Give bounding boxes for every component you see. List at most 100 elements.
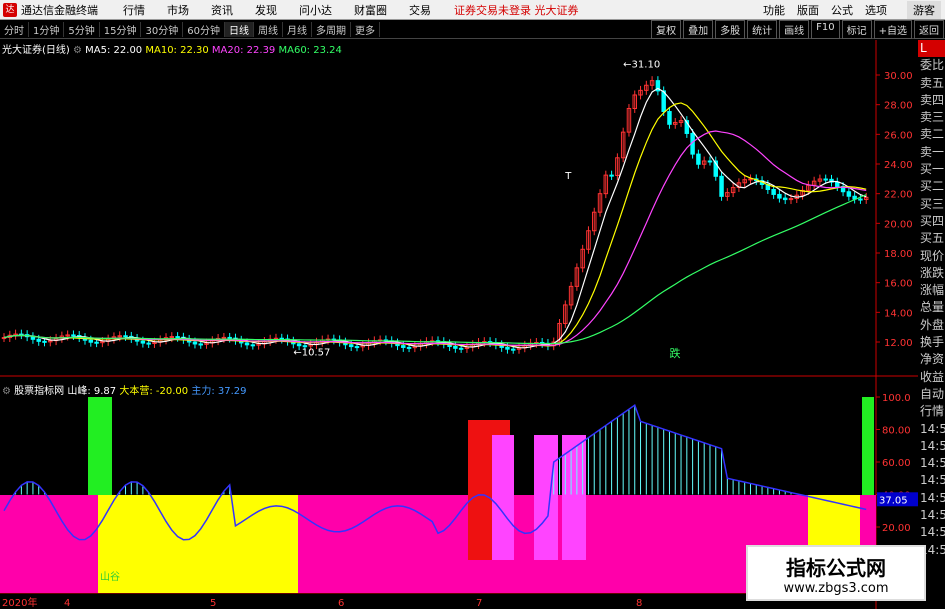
candle-body — [88, 339, 94, 343]
side-item-8[interactable]: 买三 — [918, 196, 945, 213]
candle-body — [140, 340, 146, 344]
side-item-4[interactable]: 卖二 — [918, 126, 945, 143]
side-item-2[interactable]: 卖四 — [918, 92, 945, 109]
mark-button[interactable]: 标记 — [841, 19, 872, 39]
multi-stock-button[interactable]: 多股 — [715, 19, 746, 39]
login-status[interactable]: 证券交易未登录 光大证券 — [454, 2, 579, 18]
candle-body — [42, 340, 47, 343]
high-price-label: ←31.10 — [623, 60, 660, 71]
menu-bar: 达 通达信金融终端 行情 市场 资讯 发现 问小达 财富圈 交易 证券交易未登录… — [0, 0, 945, 20]
menu-item-options[interactable]: 选项 — [865, 2, 887, 18]
settings-icon[interactable]: ⚙ — [2, 386, 11, 397]
candle-body — [354, 346, 360, 349]
price-tick-label: 20.00 — [884, 219, 913, 230]
add-favorite-button[interactable]: +自选 — [873, 19, 912, 39]
side-item-15[interactable]: 外盘 — [918, 317, 945, 334]
overlay-button[interactable]: 叠加 — [683, 19, 714, 39]
candle-body — [348, 344, 354, 348]
ma60-value: MA60: 23.24 — [278, 45, 342, 56]
draw-line-button[interactable]: 画线 — [779, 19, 810, 39]
side-item-19[interactable]: 自动 — [918, 386, 945, 403]
tab-30min[interactable]: 30分钟 — [141, 21, 184, 37]
ma10-value: MA10: 22.30 — [145, 45, 209, 56]
menu-item-function[interactable]: 功能 — [763, 2, 785, 18]
tab-monthly[interactable]: 月线 — [283, 21, 312, 37]
ma5-line — [3, 87, 867, 349]
candle-body — [823, 178, 828, 181]
tab-15min[interactable]: 15分钟 — [100, 21, 142, 37]
price-tick-label: 22.00 — [884, 190, 913, 201]
candle-body — [406, 346, 412, 349]
statistics-button[interactable]: 统计 — [747, 19, 778, 39]
side-item-24[interactable]: 14:50 — [918, 472, 945, 489]
price-tick-label: 14.00 — [884, 308, 913, 319]
quote-side-panel: L 委比 卖五 卖四 卖三 卖二 卖一 买一 买二 买三 买四 买五 现价 涨跌 涨幅 总量 外盘 换手 净资 收益… — [918, 40, 945, 609]
side-item-23[interactable]: 14:50 — [918, 455, 945, 472]
guest-button[interactable]: 游客 — [907, 0, 941, 19]
side-item-1[interactable]: 卖五 — [918, 75, 945, 92]
menu-item-wealth[interactable]: 财富圈 — [354, 2, 387, 18]
side-item-12[interactable]: 涨跌 — [918, 265, 945, 282]
side-item-21[interactable]: 14:50 — [918, 421, 945, 438]
side-item-14[interactable]: 总量 — [918, 299, 945, 316]
price-tick-label: 24.00 — [884, 160, 913, 171]
side-item-13[interactable]: 涨幅 — [918, 282, 945, 299]
candle-body — [609, 174, 614, 177]
side-item-9[interactable]: 买四 — [918, 213, 945, 230]
tab-more[interactable]: 更多 — [351, 21, 380, 37]
stock-title: 光大证券(日线) — [2, 45, 70, 56]
tab-intraday[interactable]: 分时 — [0, 21, 29, 37]
level-tick-label: 100.0 — [882, 393, 911, 404]
price-tick-label: 16.00 — [884, 279, 913, 290]
menu-item-market[interactable]: 市场 — [167, 2, 189, 18]
kline-chart[interactable]: 30.00 28.00 26.00 24.00 22.00 20.00 18.00 16.00… — [0, 40, 918, 609]
dabenying-value: 大本营: -20.00 — [119, 386, 189, 397]
candle-body — [846, 191, 852, 197]
side-item-7[interactable]: 买二 — [918, 178, 945, 195]
side-item-6[interactable]: 买一 — [918, 161, 945, 178]
tab-60min[interactable]: 60分钟 — [183, 21, 225, 37]
menu-item-trade[interactable]: 交易 — [409, 2, 431, 18]
ma60-line — [3, 194, 867, 345]
side-item-10[interactable]: 买五 — [918, 230, 945, 247]
tab-multi-period[interactable]: 多周期 — [312, 21, 351, 37]
tab-5min[interactable]: 5分钟 — [64, 21, 100, 37]
signal-green — [88, 397, 112, 495]
side-item-3[interactable]: 卖三 — [918, 109, 945, 126]
menu-item-ask[interactable]: 问小达 — [299, 2, 332, 18]
f10-button[interactable]: F10 — [811, 19, 840, 39]
watermark-title: 指标公式网 — [786, 556, 886, 580]
side-item-17[interactable]: 净资 — [918, 351, 945, 368]
tab-1min[interactable]: 1分钟 — [29, 21, 65, 37]
candle-body — [192, 341, 198, 345]
side-item-27[interactable]: 14:50 — [918, 524, 945, 541]
side-item-16[interactable]: 换手 — [918, 334, 945, 351]
side-top-label[interactable]: L — [918, 40, 945, 58]
ma20-value: MA20: 22.39 — [211, 45, 276, 56]
candle-body — [94, 341, 99, 344]
menu-item-layout[interactable]: 版面 — [797, 2, 819, 18]
back-button[interactable]: 返回 — [914, 19, 944, 39]
side-item-20[interactable]: 行情 — [918, 403, 945, 420]
menu-item-news[interactable]: 资讯 — [211, 2, 233, 18]
level-tick-label: 60.00 — [882, 458, 911, 469]
menu-item-quotes[interactable]: 行情 — [123, 2, 145, 18]
x-axis-label: 7 — [476, 598, 482, 609]
side-item-22[interactable]: 14:50 — [918, 438, 945, 455]
tab-weekly[interactable]: 周线 — [254, 21, 283, 37]
side-item-0[interactable]: 委比 — [918, 57, 945, 74]
menu-item-discover[interactable]: 发现 — [255, 2, 277, 18]
level-tick-label: 80.00 — [882, 426, 911, 437]
side-item-25[interactable]: 14:50 — [918, 490, 945, 507]
candle-body — [123, 335, 128, 338]
candle-body — [748, 178, 753, 181]
signal-green — [862, 397, 874, 495]
side-item-26[interactable]: 14:50 — [918, 507, 945, 524]
settings-icon[interactable]: ⚙ — [73, 45, 82, 56]
side-item-11[interactable]: 现价 — [918, 248, 945, 265]
side-item-18[interactable]: 收益 — [918, 369, 945, 386]
side-item-5[interactable]: 卖一 — [918, 144, 945, 161]
adjust-button[interactable]: 复权 — [651, 19, 682, 39]
menu-item-formula[interactable]: 公式 — [831, 2, 853, 18]
tab-daily[interactable]: 日线 — [224, 21, 254, 37]
